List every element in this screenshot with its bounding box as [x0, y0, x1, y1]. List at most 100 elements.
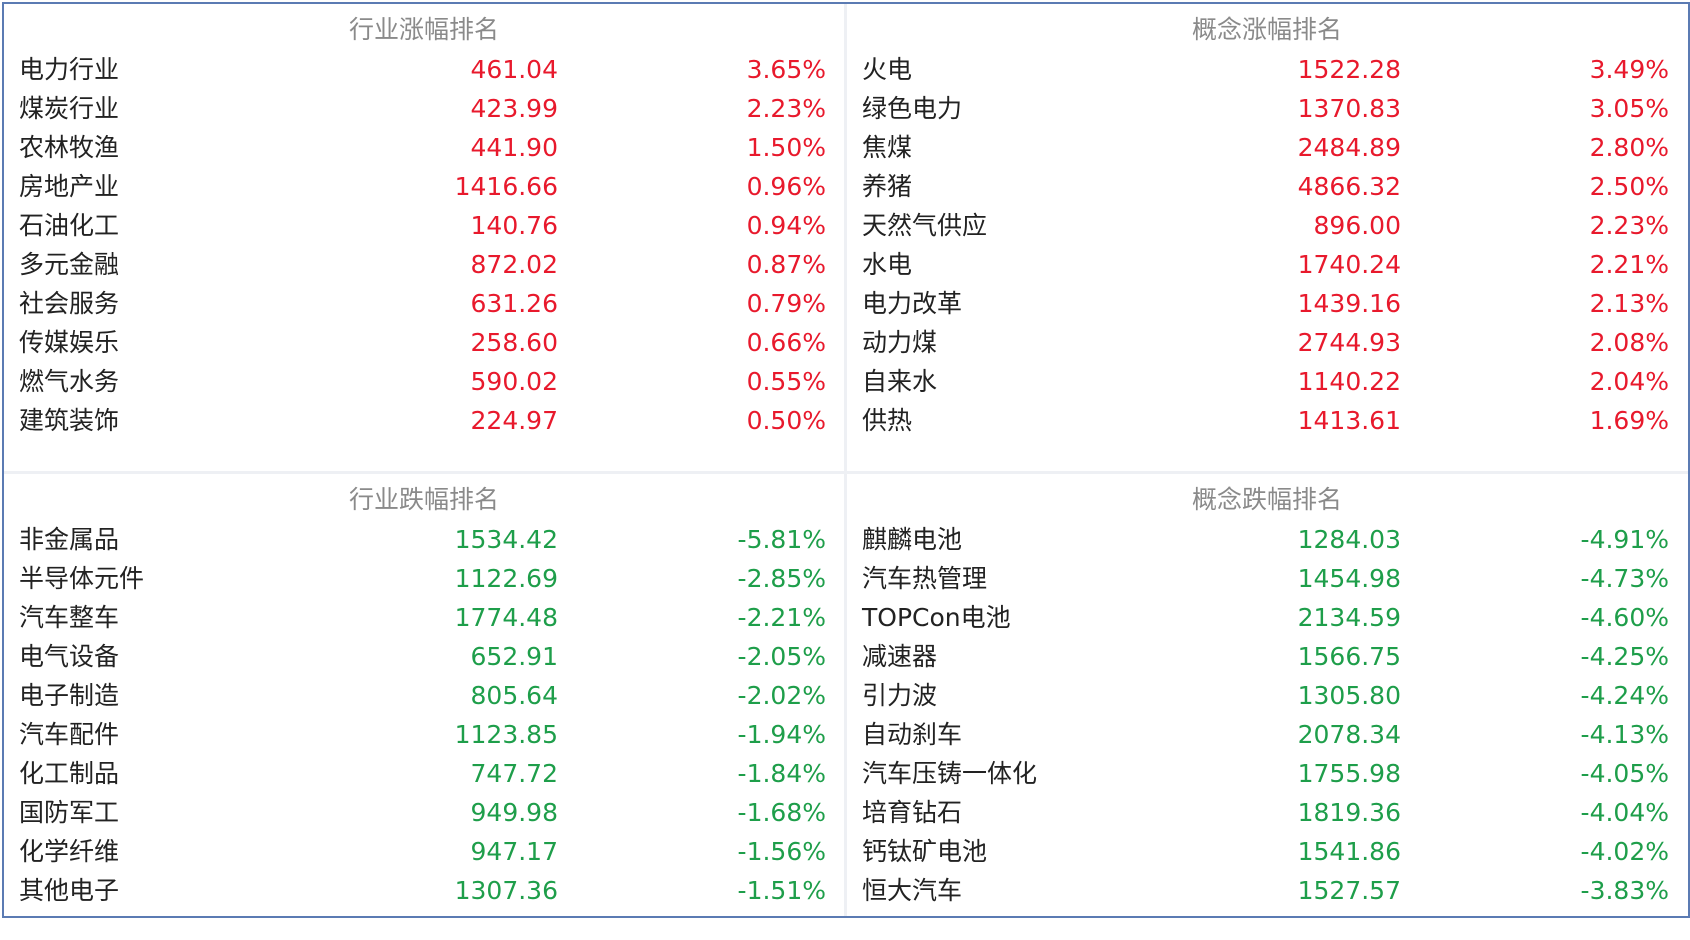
ranking-row[interactable]: 社会服务 631.26 0.79%: [4, 284, 844, 323]
change-percent: -4.73%: [1580, 564, 1669, 593]
ranking-row[interactable]: 供热 1413.61 1.69%: [847, 401, 1687, 440]
sector-name: 电力行业: [19, 55, 120, 84]
index-value: 1305.80: [1297, 681, 1401, 710]
change-percent: -4.02%: [1580, 837, 1669, 866]
change-percent: 1.69%: [1589, 406, 1669, 435]
change-percent: 0.94%: [746, 211, 826, 240]
industry-gainers-panel: 行业涨幅排名 电力行业 461.04 3.65% 煤炭行业 423.99 2.23% 农林牧…: [4, 4, 844, 470]
sector-name: 汽车热管理: [862, 564, 988, 593]
index-value: 1454.98: [1297, 564, 1401, 593]
index-value: 590.02: [470, 367, 558, 396]
index-value: 1416.66: [454, 172, 558, 201]
ranking-row[interactable]: 汽车压铸一体化 1755.98 -4.05%: [847, 754, 1687, 793]
ranking-row[interactable]: 火电 1522.28 3.49%: [847, 50, 1687, 89]
sector-name: 农林牧渔: [19, 133, 120, 162]
ranking-row[interactable]: 自动刹车 2078.34 -4.13%: [847, 715, 1687, 754]
ranking-row[interactable]: 房地产业 1416.66 0.96%: [4, 167, 844, 206]
index-value: 1307.36: [454, 876, 558, 905]
change-percent: -1.51%: [737, 876, 826, 905]
change-percent: -2.85%: [737, 564, 826, 593]
index-value: 1819.36: [1297, 798, 1401, 827]
panel-title: 概念跌幅排名: [1191, 485, 1342, 514]
sector-name: 动力煤: [862, 328, 938, 357]
index-value: 1541.86: [1297, 837, 1401, 866]
change-percent: 2.21%: [1589, 250, 1669, 279]
ranking-row[interactable]: 其他电子 1307.36 -1.51%: [4, 871, 844, 910]
change-percent: -2.02%: [737, 681, 826, 710]
change-percent: -4.04%: [1580, 798, 1669, 827]
ranking-row[interactable]: 国防军工 949.98 -1.68%: [4, 793, 844, 832]
ranking-row[interactable]: 半导体元件 1122.69 -2.85%: [4, 559, 844, 598]
ranking-row[interactable]: 养猪 4866.32 2.50%: [847, 167, 1687, 206]
index-value: 258.60: [470, 328, 558, 357]
sector-name: 电力改革: [862, 289, 963, 318]
ranking-row[interactable]: 引力波 1305.80 -4.24%: [847, 676, 1687, 715]
index-value: 2484.89: [1297, 133, 1401, 162]
change-percent: 2.04%: [1589, 367, 1669, 396]
change-percent: -4.91%: [1580, 525, 1669, 554]
ranking-row[interactable]: 多元金融 872.02 0.87%: [4, 245, 844, 284]
ranking-row[interactable]: 动力煤 2744.93 2.08%: [847, 323, 1687, 362]
ranking-row[interactable]: 非金属品 1534.42 -5.81%: [4, 520, 844, 559]
panel-title: 行业跌幅排名: [348, 485, 499, 514]
change-percent: -4.25%: [1580, 642, 1669, 671]
ranking-row[interactable]: 恒大汽车 1527.57 -3.83%: [847, 871, 1687, 910]
ranking-row[interactable]: 天然气供应 896.00 2.23%: [847, 206, 1687, 245]
ranking-row[interactable]: 燃气水务 590.02 0.55%: [4, 362, 844, 401]
sector-name: 自来水: [862, 367, 938, 396]
change-percent: -2.21%: [737, 603, 826, 632]
ranking-row[interactable]: 钙钛矿电池 1541.86 -4.02%: [847, 832, 1687, 871]
index-value: 2078.34: [1297, 720, 1401, 749]
ranking-board: 行业涨幅排名 电力行业 461.04 3.65% 煤炭行业 423.99 2.23% 农林牧…: [2, 2, 1690, 918]
index-value: 1284.03: [1297, 525, 1401, 554]
ranking-row[interactable]: 电子制造 805.64 -2.02%: [4, 676, 844, 715]
ranking-row[interactable]: 建筑装饰 224.97 0.50%: [4, 401, 844, 440]
sector-name: 恒大汽车: [862, 876, 963, 905]
ranking-row[interactable]: 煤炭行业 423.99 2.23%: [4, 89, 844, 128]
ranking-row[interactable]: 化工制品 747.72 -1.84%: [4, 754, 844, 793]
ranking-row[interactable]: 绿色电力 1370.83 3.05%: [847, 89, 1687, 128]
ranking-row[interactable]: 焦煤 2484.89 2.80%: [847, 128, 1687, 167]
change-percent: 3.65%: [746, 55, 826, 84]
ranking-row[interactable]: 减速器 1566.75 -4.25%: [847, 637, 1687, 676]
index-value: 896.00: [1313, 211, 1401, 240]
ranking-row[interactable]: 农林牧渔 441.90 1.50%: [4, 128, 844, 167]
index-value: 1413.61: [1297, 406, 1401, 435]
ranking-row[interactable]: 麒麟电池 1284.03 -4.91%: [847, 520, 1687, 559]
ranking-row[interactable]: 水电 1740.24 2.21%: [847, 245, 1687, 284]
index-value: 1755.98: [1297, 759, 1401, 788]
change-percent: -1.94%: [737, 720, 826, 749]
sector-name: 传媒娱乐: [19, 328, 120, 357]
ranking-row[interactable]: TOPCon电池 2134.59 -4.60%: [847, 598, 1687, 637]
change-percent: 3.49%: [1589, 55, 1669, 84]
ranking-row[interactable]: 汽车整车 1774.48 -2.21%: [4, 598, 844, 637]
index-value: 1534.42: [454, 525, 558, 554]
ranking-row[interactable]: 传媒娱乐 258.60 0.66%: [4, 323, 844, 362]
change-percent: 2.50%: [1589, 172, 1669, 201]
sector-name: 减速器: [862, 642, 938, 671]
sector-name: 焦煤: [862, 133, 913, 162]
ranking-row[interactable]: 电力行业 461.04 3.65%: [4, 50, 844, 89]
ranking-row[interactable]: 电气设备 652.91 -2.05%: [4, 637, 844, 676]
change-percent: -4.05%: [1580, 759, 1669, 788]
change-percent: -3.83%: [1580, 876, 1669, 905]
ranking-row[interactable]: 电力改革 1439.16 2.13%: [847, 284, 1687, 323]
sector-name: 自动刹车: [862, 720, 963, 749]
sector-name: 房地产业: [19, 172, 120, 201]
sector-name: 供热: [862, 406, 913, 435]
index-value: 652.91: [470, 642, 558, 671]
ranking-row[interactable]: 汽车热管理 1454.98 -4.73%: [847, 559, 1687, 598]
change-percent: 2.80%: [1589, 133, 1669, 162]
index-value: 949.98: [470, 798, 558, 827]
index-value: 4866.32: [1297, 172, 1401, 201]
ranking-row[interactable]: 汽车配件 1123.85 -1.94%: [4, 715, 844, 754]
panel-title: 行业涨幅排名: [348, 15, 499, 44]
ranking-row[interactable]: 化学纤维 947.17 -1.56%: [4, 832, 844, 871]
ranking-row[interactable]: 培育钻石 1819.36 -4.04%: [847, 793, 1687, 832]
change-percent: 2.08%: [1589, 328, 1669, 357]
sector-name: 非金属品: [19, 525, 120, 554]
sector-name: 石油化工: [19, 211, 120, 240]
ranking-row[interactable]: 石油化工 140.76 0.94%: [4, 206, 844, 245]
ranking-row[interactable]: 自来水 1140.22 2.04%: [847, 362, 1687, 401]
ranking-list: 电力行业 461.04 3.65% 煤炭行业 423.99 2.23% 农林牧渔 441.90…: [4, 50, 844, 440]
